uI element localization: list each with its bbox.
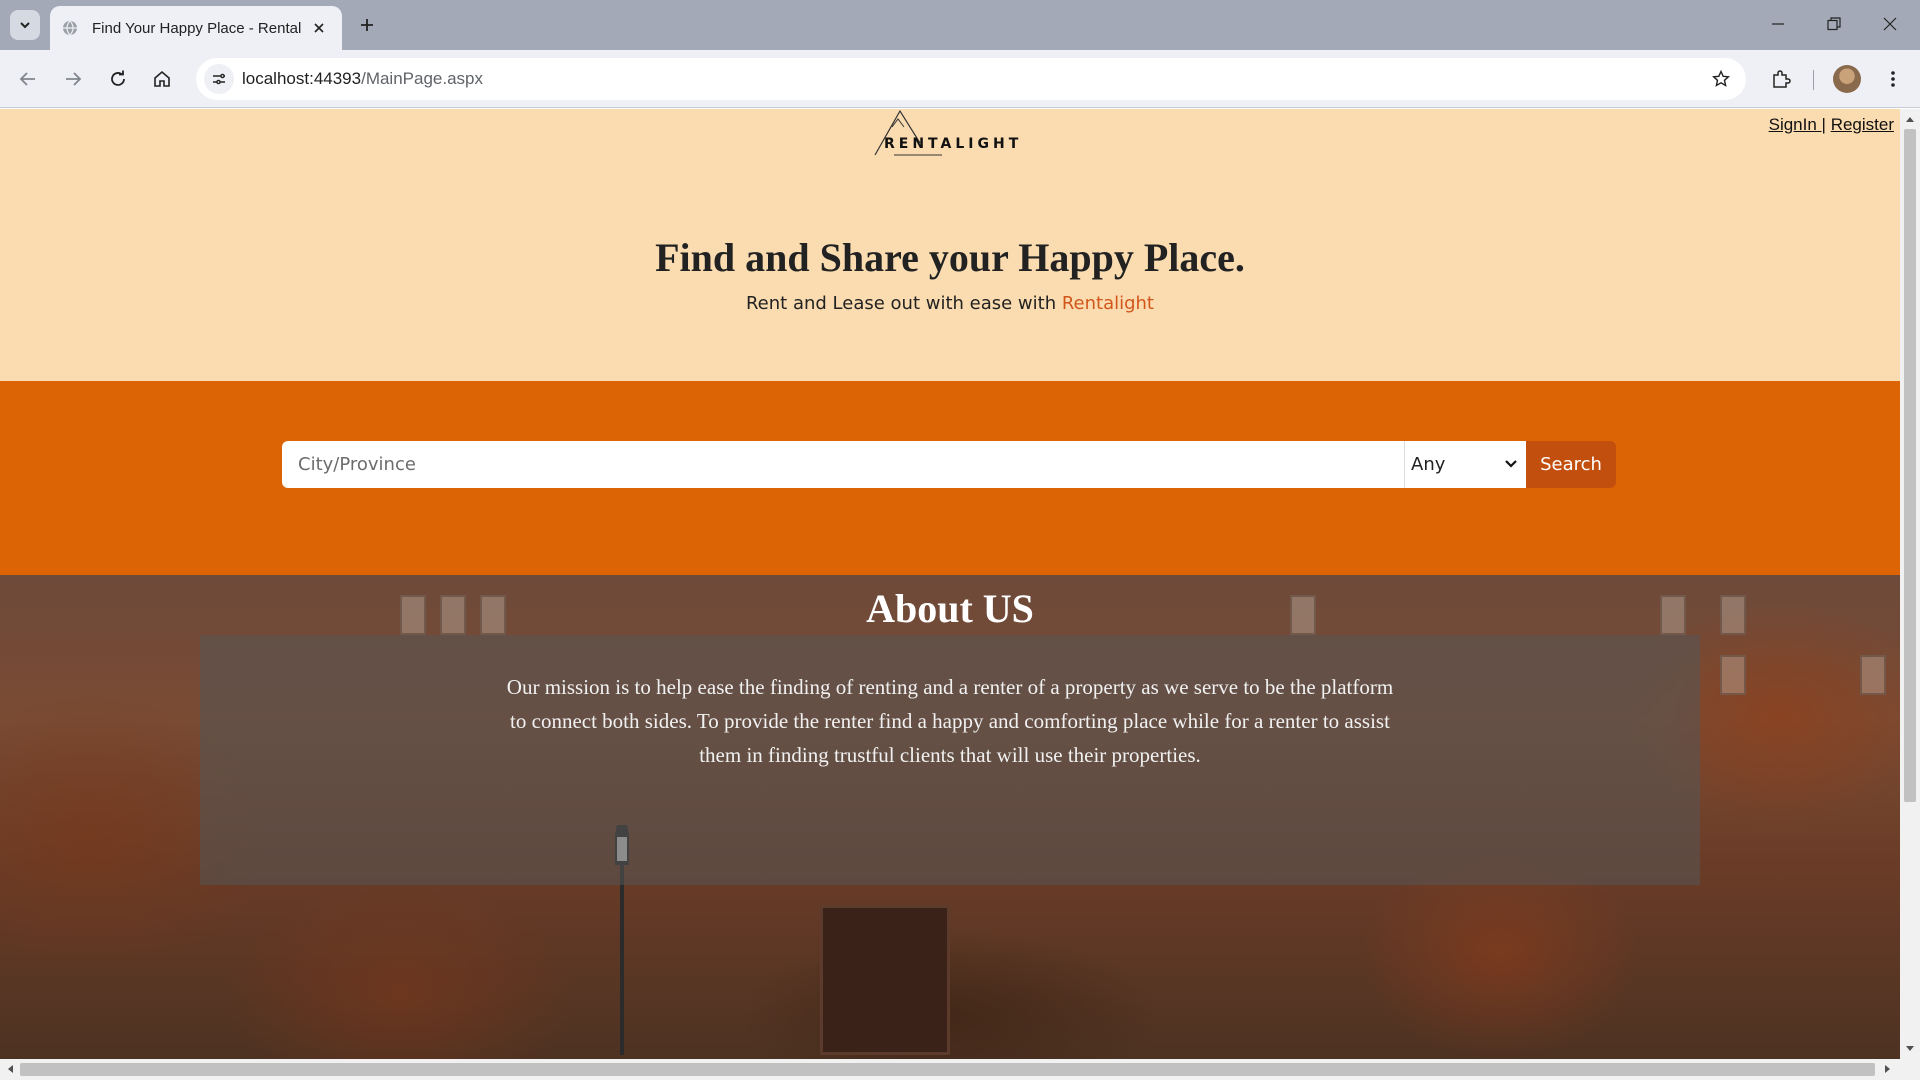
kebab-menu-icon: [1891, 71, 1895, 87]
search-button[interactable]: Search: [1526, 441, 1616, 488]
url-host: localhost:44393: [242, 69, 362, 88]
about-mission-text: Our mission is to help ease the finding …: [506, 675, 1394, 767]
hero-subtitle-text: Rent and Lease out with ease with: [745, 293, 1062, 314]
home-icon: [154, 70, 170, 87]
minimize-icon: [1772, 23, 1784, 25]
window-close-icon: [1883, 17, 1897, 31]
hero-title: Find and Share your Happy Place.: [655, 235, 1245, 280]
register-link[interactable]: Register: [1831, 115, 1894, 134]
minimize-button[interactable]: [1750, 0, 1806, 48]
chevron-down-icon: [1505, 460, 1517, 468]
browser-tabstrip: Find Your Happy Place - Rentalight: [0, 0, 1920, 50]
brand-name: Rentalight: [1061, 293, 1154, 314]
site-settings-icon: [213, 73, 225, 85]
reload-icon: [111, 70, 125, 86]
property-type-value: Any: [1411, 454, 1446, 475]
scroll-right-icon[interactable]: [1880, 1061, 1896, 1077]
search-section: Any Search: [0, 381, 1900, 575]
globe-icon: [63, 20, 77, 36]
hero-subtitle: Rent and Lease out with ease with Rental…: [0, 293, 1900, 314]
city-search-input[interactable]: [282, 441, 1406, 488]
url-path: /MainPage.aspx: [361, 69, 483, 88]
home-button[interactable]: [147, 64, 177, 94]
about-title: About US: [866, 586, 1034, 631]
browser-toolbar: localhost:44393/MainPage.aspx: [0, 50, 1920, 108]
vertical-scrollbar[interactable]: [1900, 109, 1920, 1059]
site-logo[interactable]: RENTALIGHT: [870, 109, 1018, 159]
url-text[interactable]: localhost:44393/MainPage.aspx: [242, 69, 483, 89]
tab-close-icon[interactable]: [308, 17, 330, 39]
logo-text: RENTALIGHT: [884, 136, 1023, 152]
auth-links: SignIn | Register: [1769, 115, 1894, 135]
site-settings-button[interactable]: [204, 64, 234, 94]
browser-menu-button[interactable]: [1878, 64, 1908, 94]
back-icon: [19, 72, 35, 86]
plus-icon: [361, 19, 373, 31]
tab-title: Find Your Happy Place - Rentalight: [92, 19, 302, 37]
about-section: About US Our mission is to help ease the…: [0, 575, 1900, 1059]
bookmark-star-button[interactable]: [1706, 64, 1736, 94]
address-bar[interactable]: localhost:44393/MainPage.aspx: [196, 58, 1746, 100]
building-door: [820, 905, 950, 1055]
chevron-down-icon: [20, 22, 30, 29]
forward-button[interactable]: [58, 64, 88, 94]
horizontal-scroll-thumb[interactable]: [20, 1063, 1875, 1076]
forward-icon: [66, 72, 82, 86]
scroll-down-icon[interactable]: [1902, 1041, 1918, 1057]
building-window: [1860, 655, 1886, 695]
extensions-icon: [1773, 70, 1791, 88]
scroll-up-icon[interactable]: [1902, 111, 1918, 127]
reload-button[interactable]: [103, 64, 133, 94]
hero-section: RENTALIGHT SignIn | Register Find and Sh…: [0, 109, 1900, 381]
about-panel: Our mission is to help ease the finding …: [200, 635, 1700, 885]
star-icon: [1712, 70, 1730, 87]
property-type-select[interactable]: Any: [1404, 441, 1526, 488]
new-tab-button[interactable]: [352, 10, 382, 40]
back-button[interactable]: [13, 64, 43, 94]
browser-tab-active[interactable]: Find Your Happy Place - Rentalight: [50, 6, 342, 50]
profile-avatar[interactable]: [1833, 65, 1861, 93]
scroll-left-icon[interactable]: [2, 1061, 18, 1077]
horizontal-scrollbar[interactable]: [0, 1059, 1920, 1080]
toolbar-divider: [1813, 70, 1814, 90]
tab-search-button[interactable]: [10, 10, 40, 40]
restore-icon: [1827, 17, 1841, 31]
extensions-button[interactable]: [1766, 64, 1796, 94]
vertical-scroll-thumb[interactable]: [1904, 129, 1916, 802]
signin-link[interactable]: SignIn |: [1769, 115, 1826, 134]
restore-button[interactable]: [1806, 0, 1862, 48]
window-close-button[interactable]: [1862, 0, 1918, 48]
page-viewport: RENTALIGHT SignIn | Register Find and Sh…: [0, 109, 1900, 1059]
building-window: [1720, 655, 1746, 695]
